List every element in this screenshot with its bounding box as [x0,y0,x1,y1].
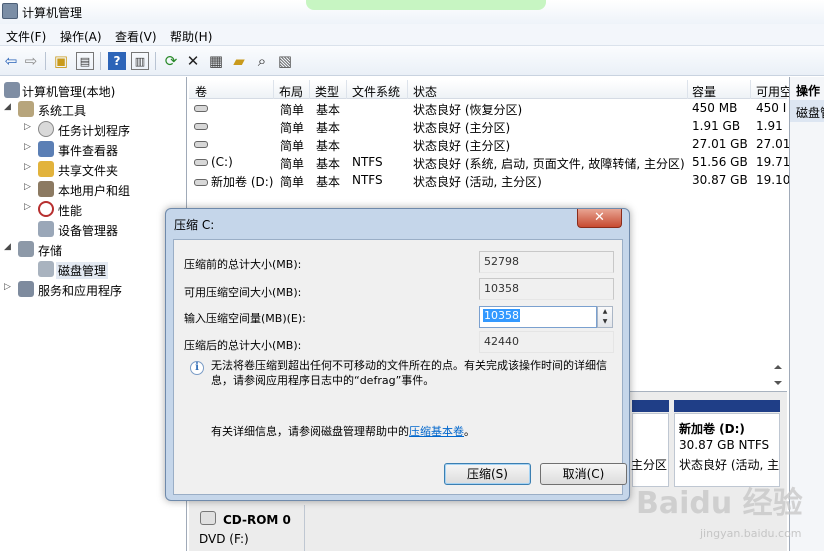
table-row[interactable]: 简单 基本 状态良好 (主分区) 1.91 GB 1.91 [189,117,787,135]
clock-icon [38,121,54,137]
title-glow [306,0,546,10]
back-icon[interactable]: ⇦ [2,52,20,70]
menu-help[interactable]: 帮助(H) [170,28,212,45]
refresh-icon[interactable]: ⟳ [162,52,180,70]
up-folder-icon[interactable]: ▣ [52,52,70,70]
show-action-pane-icon[interactable]: ▥ [131,52,149,70]
col-type[interactable]: 类型 [315,83,339,100]
total-after-label: 压缩后的总计大小(MB): [184,339,302,352]
table-row[interactable]: 新加卷 (D:) 简单 基本 NTFS 状态良好 (活动, 主分区) 30.87… [189,171,790,189]
event-viewer-icon [38,141,54,157]
expand-arrow-icon[interactable]: ▷ [24,142,34,152]
volume-icon [194,179,208,186]
baidu-watermark: Baidu 经验 [636,486,803,521]
expand-arrow-icon[interactable]: ▷ [24,162,34,172]
search-icon[interactable]: ⌕ [253,52,271,70]
action-pane-header: 操作 [796,84,821,98]
action-disk-management[interactable]: 磁盘管理 [790,100,824,122]
col-status[interactable]: 状态 [413,83,437,100]
dialog-body: 压缩前的总计大小(MB): 52798 可用压缩空间大小(MB): 10358 … [173,239,627,495]
shrink-amount-label: 输入压缩空间量(MB)(E): [184,312,306,325]
partition-bar-d [674,400,780,412]
collapse-arrow-icon[interactable]: ◢ [4,242,14,252]
partition-c-box[interactable]: 主分区 [631,413,669,487]
shrink-basic-volume-link[interactable]: 压缩基本卷 [409,425,464,438]
expand-arrow-icon[interactable]: ▷ [4,282,14,292]
col-filesystem[interactable]: 文件系统 [352,83,400,100]
storage-icon [18,241,34,257]
expand-arrow-icon[interactable]: ▷ [24,122,34,132]
close-icon[interactable]: ✕ [577,209,622,228]
info-icon: i [190,361,204,375]
expand-arrow-icon[interactable]: ▷ [24,182,34,192]
scroll-up-icon [774,365,782,369]
volume-icon [194,159,208,166]
baidu-watermark-url: jingyan.baidu.com [700,527,802,540]
users-icon [38,181,54,197]
shrink-amount-input[interactable]: 10358 [479,306,597,328]
performance-icon [38,201,54,217]
table-row[interactable]: (C:) 简单 基本 NTFS 状态良好 (系统, 启动, 页面文件, 故障转储… [189,153,790,171]
help-icon[interactable]: ? [108,52,126,70]
toolbar: ⇦ ⇨ ▣ ▤ ? ▥ ⟳ ✕ ▦ ▰ ⌕ ▧ [0,46,824,76]
info-message: 无法将卷压缩到超出任何不可移动的文件所在的点。有关完成该操作时间的详细信息，请参… [211,359,607,387]
export-icon[interactable]: ▧ [276,52,294,70]
show-hide-tree-icon[interactable]: ▤ [76,52,94,70]
partition-d-box[interactable]: 新加卷 (D:) 30.87 GB NTFS 状态良好 (活动, 主 [674,413,780,487]
col-layout[interactable]: 布局 [279,83,303,100]
available-label: 可用压缩空间大小(MB): [184,286,302,299]
total-before-value: 52798 [479,251,614,273]
dialog-title: 压缩 C: [174,218,215,232]
disk-management-icon [38,261,54,277]
cdrom-drive: DVD (F:) [199,532,249,546]
table-row[interactable]: 简单 基本 状态良好 (主分区) 27.01 GB 27.01 [189,135,790,153]
device-manager-icon [38,221,54,237]
menu-view[interactable]: 查看(V) [115,28,157,45]
col-free[interactable]: 可用空 [756,83,792,100]
title-bar: 计算机管理 [0,0,824,24]
scroll-arrows[interactable] [770,361,787,389]
menu-file[interactable]: 文件(F) [6,28,46,45]
volume-list-header: 卷 布局 类型 文件系统 状态 容量 可用空 [189,80,792,100]
navigation-tree: 计算机管理(本地) ◢ 系统工具 ▷ 任务计划程序 ▷ 事件查看器 ▷ 共享文件… [0,77,187,551]
volume-icon [194,123,208,130]
delete-icon[interactable]: ✕ [184,52,202,70]
shared-folder-icon [38,161,54,177]
menu-action[interactable]: 操作(A) [60,28,102,45]
menu-bar: 文件(F) 操作(A) 查看(V) 帮助(H) [0,24,824,46]
cancel-button[interactable]: 取消(C) [540,463,627,485]
collapse-arrow-icon[interactable]: ◢ [4,102,14,112]
tools-icon [18,101,34,117]
computer-management-icon [2,3,18,19]
volume-icon [194,141,208,148]
col-volume[interactable]: 卷 [195,83,207,100]
available-value: 10358 [479,278,614,300]
shrink-dialog: 压缩 C: ✕ 压缩前的总计大小(MB): 52798 可用压缩空间大小(MB)… [165,208,630,501]
window-title: 计算机管理 [22,6,83,20]
help-text: 有关详细信息，请参阅磁盘管理帮助中的压缩基本卷。 [211,425,475,438]
table-row[interactable]: 简单 基本 状态良好 (恢复分区) 450 MB 450 I [189,99,787,117]
total-after-value: 42440 [479,331,614,353]
total-before-label: 压缩前的总计大小(MB): [184,258,302,271]
shrink-button[interactable]: 压缩(S) [444,463,531,485]
scroll-down-icon [774,381,782,385]
volume-icon [194,105,208,112]
services-icon [18,281,34,297]
forward-icon[interactable]: ⇨ [22,52,40,70]
partition-bar [632,400,669,412]
computer-management-icon [4,82,20,98]
cdrom-icon [200,511,216,525]
col-capacity[interactable]: 容量 [692,83,716,100]
shrink-amount-stepper[interactable]: ▲ ▼ [597,306,613,328]
open-folder-icon[interactable]: ▰ [230,52,248,70]
properties-icon[interactable]: ▦ [207,52,225,70]
expand-arrow-icon[interactable]: ▷ [24,202,34,212]
cdrom-label: CD-ROM 0 [223,513,291,527]
